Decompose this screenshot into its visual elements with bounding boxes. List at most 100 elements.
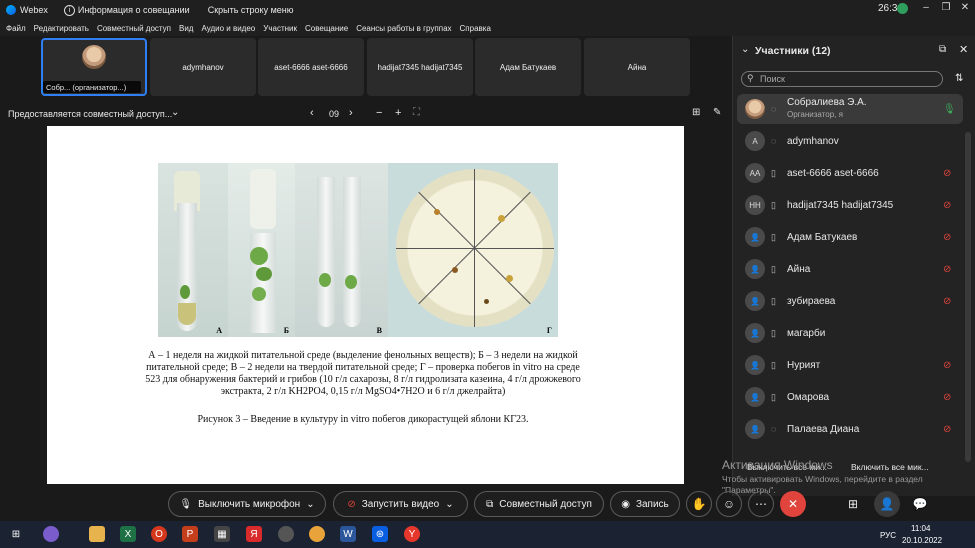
collapse-chevron-icon[interactable]: ⌄	[741, 44, 749, 55]
photo-panel-g: Г	[388, 163, 558, 337]
chevron-down-icon[interactable]: ⌄	[306, 499, 314, 510]
participant-name: Айна	[787, 263, 811, 275]
folder-icon[interactable]	[89, 526, 105, 542]
webex-icon[interactable]: ⊛	[372, 526, 388, 542]
participant-name: aset-6666 aset-6666	[787, 167, 879, 179]
layout-icon[interactable]: ⊞	[692, 107, 700, 118]
word-icon[interactable]: W	[340, 526, 356, 542]
participant-row[interactable]: HH ▯ hadijat7345 hadijat7345 ⊘	[733, 190, 975, 220]
mic-muted-icon[interactable]: ⊘	[943, 232, 951, 243]
panel-label-b: Б	[283, 326, 289, 335]
close-icon[interactable]: ✕	[957, 2, 973, 13]
participant-row[interactable]: A ◌ adymhanov	[733, 126, 975, 156]
search-input[interactable]: ⚲ Поиск	[741, 71, 943, 87]
scrollbar[interactable]	[965, 132, 971, 462]
share-button[interactable]: ⧉ Совместный доступ	[474, 491, 604, 517]
mic-muted-icon[interactable]: ⊘	[943, 392, 951, 403]
mic-muted-icon[interactable]: ⊘	[943, 424, 951, 435]
participant-row[interactable]: AA ▯ aset-6666 aset-6666 ⊘	[733, 158, 975, 188]
record-icon: ◉	[621, 498, 630, 510]
leave-meeting-button[interactable]: ✕	[780, 491, 806, 517]
tile-adymhanov[interactable]: adymhanov	[150, 38, 256, 96]
menu-help[interactable]: Справка	[460, 24, 491, 33]
opera-icon[interactable]: O	[151, 526, 167, 542]
yandex-icon[interactable]: Я	[246, 526, 262, 542]
start-video-button[interactable]: ⊘ Запустить видео ⌄	[333, 491, 468, 517]
mic-muted-icon[interactable]: ⊘	[943, 296, 951, 307]
mic-muted-icon[interactable]: ⊘	[943, 360, 951, 371]
maximize-icon[interactable]: ❐	[938, 2, 954, 13]
fit-icon[interactable]: ⛶	[413, 107, 420, 118]
participant-name: Собралиева Э.А.	[787, 97, 867, 108]
tile-aina[interactable]: Айна	[584, 38, 690, 96]
prev-page-icon[interactable]: ‹	[310, 107, 314, 119]
participant-row[interactable]: ◌ Собралиева Э.А. Организатор, я 🎙	[737, 94, 963, 124]
more-icon[interactable]: ⋯	[748, 491, 774, 517]
app-icon[interactable]	[43, 526, 59, 542]
participant-row[interactable]: 👤 ▯ зубираева ⊘	[733, 286, 975, 316]
photo-panel-a: А	[158, 163, 228, 337]
excel-icon[interactable]: X	[120, 526, 136, 542]
participant-row[interactable]: 👤 ◌ Палаева Диана ⊘	[733, 414, 975, 444]
sort-icon[interactable]: ⇅	[955, 73, 963, 84]
participant-row[interactable]: 👤 ▯ Омарова ⊘	[733, 382, 975, 412]
mic-muted-icon[interactable]: ⊘	[943, 200, 951, 211]
apps-icon[interactable]: ⊞	[840, 491, 866, 517]
zoom-out-icon[interactable]: −	[376, 107, 382, 119]
panel-label-a: А	[216, 326, 222, 335]
yandex-browser-icon[interactable]: Y	[404, 526, 420, 542]
reactions-icon[interactable]: ☺	[716, 491, 742, 517]
annotate-icon[interactable]: ✎	[713, 107, 721, 118]
user-icon: 👤	[745, 227, 765, 247]
hide-menu-button[interactable]: Скрыть строку меню	[208, 5, 294, 15]
mic-on-icon[interactable]: 🎙	[943, 104, 956, 115]
zoom-in-icon[interactable]: +	[395, 107, 401, 119]
language-indicator[interactable]: РУС	[880, 531, 896, 540]
menu-audio-video[interactable]: Аудио и видео	[201, 24, 255, 33]
app-icon[interactable]	[278, 526, 294, 542]
raise-hand-icon[interactable]: ✋	[686, 491, 712, 517]
tile-self-label: Собр... (организатор...)	[43, 81, 141, 93]
tile-adam[interactable]: Адам Батукаев	[475, 38, 581, 96]
menu-breakout[interactable]: Сеансы работы в группах	[356, 24, 451, 33]
tile-hadijat[interactable]: hadijat7345 hadijat7345	[367, 38, 473, 96]
user-icon: 👤	[745, 291, 765, 311]
meeting-info-button[interactable]: i Информация о совещании	[63, 4, 190, 16]
menu-meeting[interactable]: Совещание	[305, 24, 348, 33]
participant-name: магарби	[787, 327, 826, 339]
app-icon[interactable]	[309, 526, 325, 542]
menu-share[interactable]: Совместный доступ	[97, 24, 171, 33]
participant-name: Нурият	[787, 359, 821, 371]
participant-row[interactable]: 👤 ▯ магарби	[733, 318, 975, 348]
search-placeholder: Поиск	[760, 74, 785, 84]
chat-icon[interactable]: 💬	[907, 491, 933, 517]
participant-row[interactable]: 👤 ▯ Адам Батукаев ⊘	[733, 222, 975, 252]
mute-mic-button[interactable]: 🎙 Выключить микрофон ⌄	[168, 491, 326, 517]
share-status[interactable]: Предоставляется совместный доступ...	[8, 109, 172, 119]
close-panel-icon[interactable]: ✕	[959, 43, 968, 56]
participant-name: Адам Батукаев	[787, 231, 858, 243]
participant-row[interactable]: 👤 ▯ Нурият ⊘	[733, 350, 975, 380]
menu-view[interactable]: Вид	[179, 24, 193, 33]
menu-edit[interactable]: Редактировать	[34, 24, 89, 33]
menu-file[interactable]: Файл	[6, 24, 26, 33]
powerpoint-icon[interactable]: P	[182, 526, 198, 542]
windows-start-icon[interactable]: ⊞	[8, 526, 24, 542]
webex-logo-icon	[6, 5, 16, 15]
mic-muted-icon[interactable]: ⊘	[943, 264, 951, 275]
participant-row[interactable]: 👤 ▯ Айна ⊘	[733, 254, 975, 284]
mic-muted-icon[interactable]: ⊘	[943, 168, 951, 179]
chevron-down-icon[interactable]: ⌄	[171, 107, 179, 118]
menu-participant[interactable]: Участник	[263, 24, 297, 33]
calculator-icon[interactable]: ▦	[214, 526, 230, 542]
chevron-down-icon[interactable]: ⌄	[445, 499, 453, 510]
next-page-icon[interactable]: ›	[349, 107, 353, 119]
record-button[interactable]: ◉ Запись	[610, 491, 680, 517]
tile-aset[interactable]: aset-6666 aset-6666	[258, 38, 364, 96]
participants-toggle-icon[interactable]: 👤	[874, 491, 900, 517]
phone-icon: ▯	[771, 199, 776, 210]
unmute-all-button[interactable]: Включить все мик...	[851, 462, 929, 472]
participant-name: зубираева	[787, 295, 836, 307]
popout-icon[interactable]: ⧉	[939, 44, 946, 55]
minimize-icon[interactable]: –	[918, 2, 934, 13]
